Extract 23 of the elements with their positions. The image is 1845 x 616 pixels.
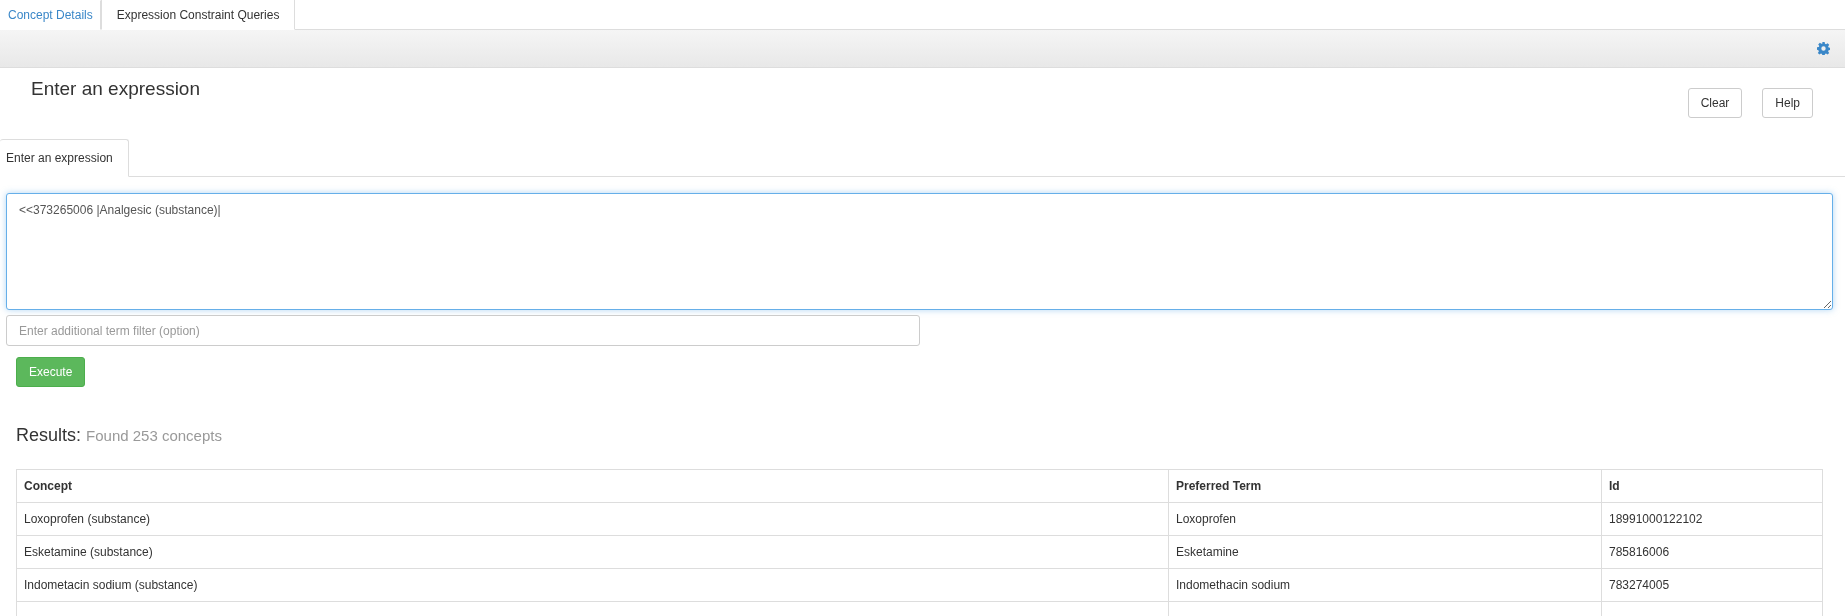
table-cell: Loxoprofen (substance) [16, 502, 1169, 536]
action-button[interactable]: Help [1762, 88, 1813, 118]
table-cell: 785816006 [1601, 535, 1823, 569]
filter-field[interactable]: Enter additional term filter (option) [6, 315, 920, 346]
column-header: Id [1601, 469, 1823, 503]
table-cell: Esketamine [1168, 535, 1602, 569]
results-label: Results: [16, 425, 82, 446]
table-cell: Indometacin sodium (substance) [16, 568, 1169, 602]
table-cell: 783274005 [1601, 568, 1823, 602]
results-summary: Found 253 concepts [86, 427, 222, 444]
settings-icon[interactable] [1817, 42, 1830, 55]
table-cell: Loxoprofen [1168, 502, 1602, 536]
action-button[interactable]: Clear [1687, 88, 1743, 118]
tab[interactable]: Concept Details [0, 0, 101, 30]
section-title: Enter an expression [31, 78, 200, 101]
column-header: Preferred Term [1168, 469, 1602, 503]
table-cell: Esketamine (substance) [16, 535, 1169, 569]
expression-field[interactable]: <<373265006 |Analgesic (substance)| [6, 193, 1833, 310]
table-cell: 18991000122102 [1601, 502, 1823, 536]
tab[interactable]: Enter an expression [0, 139, 129, 177]
tab[interactable]: Expression Constraint Queries [100, 0, 296, 30]
column-header: Concept [16, 469, 1169, 503]
table-cell: Indomethacin sodium [1168, 568, 1602, 602]
